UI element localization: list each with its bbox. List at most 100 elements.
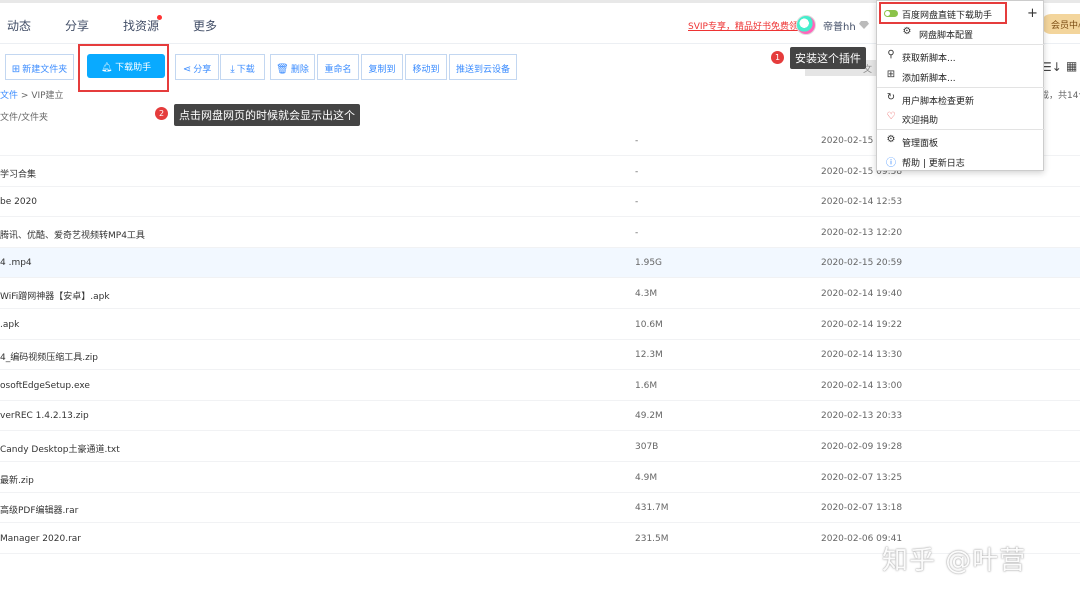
tooltip-install-plugin: 安装这个插件 (790, 47, 866, 69)
menu-item-check-updates[interactable]: ↻ 用户脚本检查更新 (877, 89, 1045, 109)
gears-icon: ⚙ (902, 26, 912, 37)
download-icon: ⤓ (230, 64, 235, 75)
breadcrumb: 文件 > VIP建立 (0, 88, 64, 101)
file-size: 307B (635, 442, 659, 452)
info-icon: ⓘ (886, 158, 896, 169)
new-folder-icon: ⊞ (11, 64, 21, 75)
userscript-menu: 百度网盘直链下载助手 ⚙ 网盘脚本配置 ⚲ 获取新脚本... ⊞ 添加新脚本..… (876, 0, 1045, 171)
avatar[interactable] (796, 15, 816, 35)
file-date: 2020-02-14 13:00 (821, 380, 903, 391)
file-date: 2020-02-14 19:40 (821, 289, 903, 299)
table-row[interactable]: osoftEdgeSetup.exe 1.6M 2020-02-14 13:00 (0, 371, 1080, 401)
table-row[interactable]: verREC 1.4.2.13.zip 49.2M 2020-02-13 20:33 (0, 401, 1080, 432)
refresh-icon: ↻ (886, 92, 896, 103)
rename-button[interactable]: 重命名 (317, 54, 359, 80)
tooltip-shows-on-click: 点击网盘网页的时候就会显示出这个 (174, 104, 360, 126)
new-folder-button[interactable]: ⊞ 新建文件夹 (5, 54, 74, 80)
table-row[interactable]: 最新.zip 4.9M 2020-02-07 13:25 (0, 463, 1080, 493)
file-date: 2020-02-09 19:28 (821, 442, 903, 452)
file-date: 2020-02-15 20:59 (821, 258, 903, 269)
file-date: 2020-02-07 13:18 (821, 503, 903, 514)
file-name[interactable]: verREC 1.4.2.13.zip (0, 411, 89, 421)
file-name[interactable]: 最新.zip (0, 473, 34, 486)
watermark: 知乎 @叶营 (882, 546, 1027, 576)
table-row[interactable]: 4 .mp4 1.95G 2020-02-15 20:59 (0, 248, 1080, 279)
table-row[interactable]: Candy Desktop土豪通道.txt 307B 2020-02-09 19:2… (0, 432, 1080, 462)
gear-icon: ⚙ (886, 134, 896, 145)
file-name[interactable]: be 2020 (0, 197, 37, 207)
file-name[interactable]: Candy Desktop土豪通道.txt (0, 442, 120, 455)
push-to-cloud-button[interactable]: 推送到云设备 (449, 54, 517, 80)
step-badge-1: 1 (771, 51, 784, 64)
file-size: - (635, 227, 639, 238)
file-size: 1.6M (635, 380, 658, 391)
file-name[interactable]: 高级PDF编辑器.rar (0, 503, 78, 516)
column-header-name[interactable]: 文件/文件夹 (0, 110, 48, 123)
heart-icon: ♡ (886, 111, 896, 122)
file-name[interactable]: .apk (0, 320, 19, 330)
table-row[interactable]: 腾讯、优酷、爱奇艺视频转MP4工具 - 2020-02-13 12:20 (0, 218, 1080, 248)
page: 动态 分享 找资源 更多 SVIP专享，精品好书免费领 帝普hh 会员中心 ⊞新… (0, 0, 1080, 601)
svip-promo-link[interactable]: SVIP专享，精品好书免费领 (688, 19, 798, 32)
menu-item-help-changelog[interactable]: ⓘ 帮助 | 更新日志 (877, 151, 1045, 171)
file-name[interactable]: 4 .mp4 (0, 258, 32, 268)
menu-item-get-new-scripts[interactable]: ⚲ 获取新脚本... (877, 46, 1045, 66)
search-icon: ⚲ (887, 49, 895, 60)
file-date: 2020-02-07 13:25 (821, 472, 903, 483)
file-size: - (635, 197, 639, 208)
table-row[interactable]: be 2020 - 2020-02-14 12:53 (0, 187, 1080, 218)
file-name[interactable]: 4_编码视频压缩工具.zip (0, 350, 98, 363)
menu-divider (877, 129, 1045, 130)
file-size: 4.3M (635, 289, 658, 299)
menu-divider (877, 44, 1045, 45)
table-row[interactable]: WiFi蹭网神器【安卓】.apk 4.3M 2020-02-14 19:40 (0, 279, 1080, 309)
add-icon[interactable]: + (1027, 6, 1038, 21)
delete-button[interactable]: 🗑︎ 删除 (270, 54, 315, 80)
nav-item-more[interactable]: 更多 (193, 17, 217, 34)
file-date: 2020-02-14 19:22 (821, 319, 903, 330)
file-date: 2020-02-13 20:33 (821, 411, 903, 422)
table-row[interactable]: .apk 10.6M 2020-02-14 19:22 (0, 310, 1080, 340)
step-badge-2: 2 (155, 107, 168, 120)
file-size: 10.6M (635, 319, 663, 330)
file-date: 2020-02-14 13:30 (821, 350, 903, 361)
notification-dot (157, 15, 162, 20)
file-count: 载，共14个 (1040, 91, 1080, 101)
file-name[interactable]: Manager 2020.rar (0, 534, 81, 544)
breadcrumb-current: VIP建立 (31, 91, 64, 101)
username[interactable]: 帝普hh (823, 18, 856, 33)
nav-item-find-resources[interactable]: 找资源 (123, 17, 159, 34)
copy-to-button[interactable]: 复制到 (361, 54, 403, 80)
file-size: 12.3M (635, 350, 663, 361)
menu-item-donate[interactable]: ♡ 欢迎捐助 (877, 108, 1045, 128)
vip-center-button[interactable]: 会员中心 (1041, 14, 1080, 34)
menu-item-add-new-script[interactable]: ⊞ 添加新脚本... (877, 66, 1045, 86)
menu-item-dashboard[interactable]: ⚙ 管理面板 (877, 131, 1045, 151)
table-row[interactable]: 高级PDF编辑器.rar 431.7M 2020-02-07 13:18 (0, 493, 1080, 524)
breadcrumb-separator: > (20, 91, 29, 101)
file-name[interactable]: 腾讯、优酷、爱奇艺视频转MP4工具 (0, 228, 145, 241)
nav-item-activity[interactable]: 动态 (7, 17, 31, 34)
file-size: 1.95G (635, 258, 663, 269)
trash-icon: 🗑︎ (276, 64, 289, 75)
file-name[interactable]: 学习合集 (0, 167, 36, 180)
share-icon: ⋖ (182, 64, 192, 75)
file-name[interactable]: WiFi蹭网神器【安卓】.apk (0, 289, 110, 302)
move-to-button[interactable]: 移动到 (405, 54, 447, 80)
nav-item-share[interactable]: 分享 (65, 17, 89, 34)
file-size: - (635, 166, 639, 177)
file-size: 431.7M (635, 503, 669, 514)
download-button[interactable]: ⤓ 下载 (220, 54, 265, 80)
share-button[interactable]: ⋖ 分享 (175, 54, 219, 80)
highlight-box-menu-item (879, 2, 1007, 24)
menu-item-script-config[interactable]: ⚙ 网盘脚本配置 (877, 23, 1045, 43)
highlight-box-download-helper (78, 44, 169, 92)
breadcrumb-root[interactable]: 文件 (0, 91, 18, 101)
menu-divider (877, 87, 1045, 88)
file-name[interactable]: osoftEdgeSetup.exe (0, 381, 90, 391)
grid-view-icon[interactable]: ▦ (1066, 59, 1077, 73)
file-size: 49.2M (635, 411, 663, 422)
file-size: 231.5M (635, 533, 669, 544)
file-date: 2020-02-14 12:53 (821, 197, 903, 208)
table-row[interactable]: 4_编码视频压缩工具.zip 12.3M 2020-02-14 13:30 (0, 340, 1080, 371)
